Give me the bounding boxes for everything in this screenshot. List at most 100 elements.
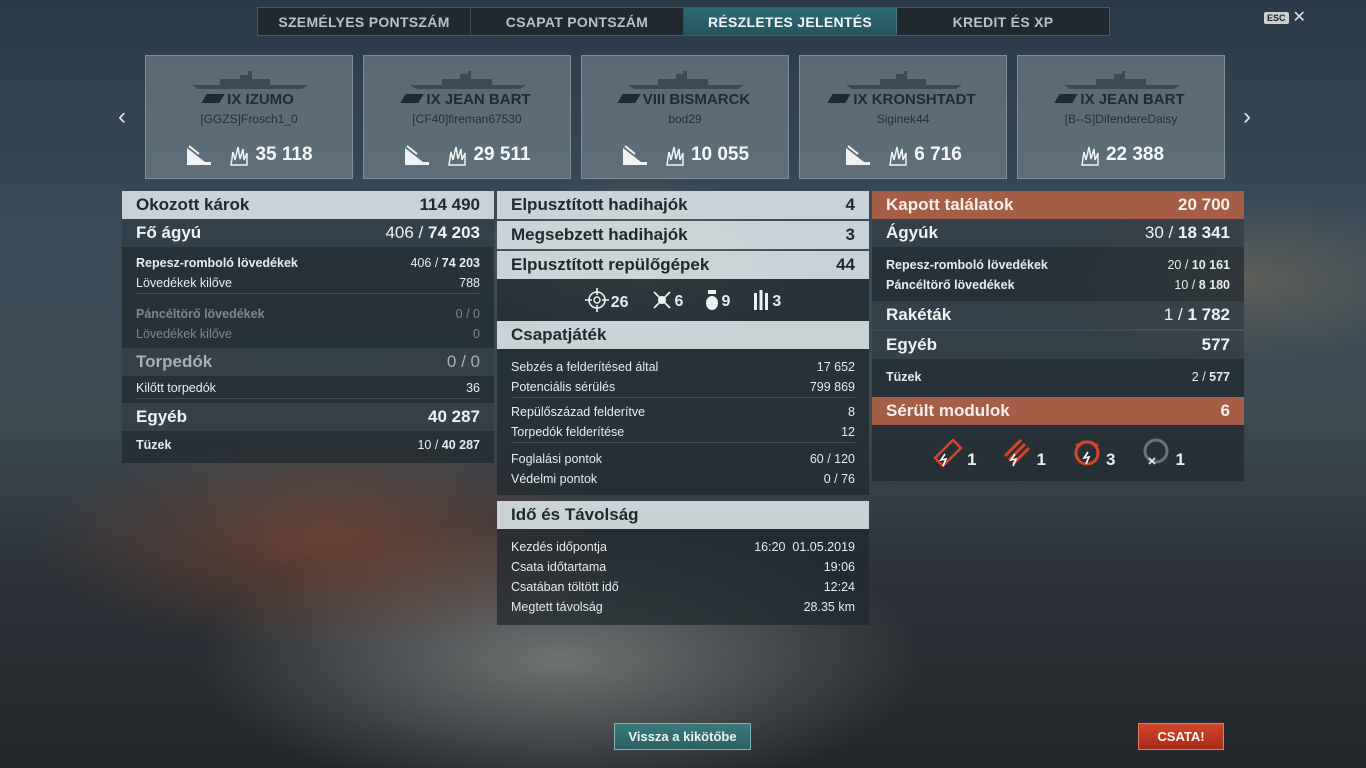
main-battery-icon [933,438,963,468]
ship-card[interactable]: IX JEAN BART [CF40]fireman67530 29 511 [363,55,571,179]
ship-silhouette-icon [410,71,526,89]
damage-splash-icon [448,146,467,166]
planes-destroyed-header: Elpusztított repülőgépek 44 [497,251,869,279]
team-row: Védelmi pontok 0 / 76 [511,472,855,486]
ap-received-row: Páncéltörő lövedékek 10 / 8 180 [886,278,1230,292]
ship-class-icon [1054,94,1079,103]
damage-value: 6 716 [914,144,962,165]
tab-team-score[interactable]: CSAPAT PONTSZÁM [471,8,684,35]
ship-silhouette-icon [846,71,962,89]
he-received-row: Repesz-romboló lövedékek 20 / 10 161 [886,258,1230,272]
damage-value: 29 511 [473,144,531,165]
main-battery-label: Fő ágyú [136,223,202,242]
fires-row: Tüzek 10 / 40 287 [136,438,480,452]
shot-down-icon [652,291,671,309]
player-name: [GGZS]Frosch1_0 [200,112,298,126]
player-name: Siginek44 [876,112,930,126]
ship-name: IX IZUMO [146,91,352,108]
close-button[interactable]: ESC ✕ [1264,10,1306,26]
aa-gun-icon [1143,438,1169,465]
sinking-ship-icon [846,145,871,165]
ship-silhouette-icon [628,71,744,89]
bomb-icon [706,290,719,310]
damage-dealt-panel: Okozott károk 114 490 Fő ágyú 406 / 74 2… [122,191,494,463]
ship-name: IX KRONSHTADT [800,91,1006,108]
team-row: Torpedók felderítése 12 [511,425,855,439]
torpedo-tubes-icon [1003,438,1030,467]
ship-class-icon [827,94,851,103]
ap-shells-row: Páncéltörő lövedékek 0 / 0 [136,307,480,321]
damage-value: 22 388 [1105,144,1165,165]
sinking-ship-icon [405,145,430,165]
damage-splash-icon [889,146,907,166]
team-row: Foglalási pontok 60 / 120 [511,452,855,466]
ship-class-icon [400,94,425,103]
battle-button[interactable]: CSATA! [1138,723,1224,750]
ship-silhouette-icon [1064,71,1180,89]
ship-name: IX JEAN BART [1018,91,1224,108]
team-row: Potenciális sérülés 799 869 [511,380,855,394]
time-row: Csata időtartama 19:06 [511,560,855,574]
ship-silhouette-icon [192,71,308,89]
ap-fired-row: Lövedékek kilőve 0 [136,327,480,341]
sinking-ship-icon [187,145,212,165]
sinking-ship-icon [622,145,647,165]
crosshair-icon [584,288,609,312]
he-fired-row: Lövedékek kilőve 788 [136,276,480,290]
ribbons-row: 26 6 9 3 [497,279,869,321]
team-row: Sebzés a felderítésed által 17 652 [511,360,855,374]
tab-detailed-report[interactable]: RÉSZLETES JELENTÉS [684,8,897,35]
other-received-header: Egyéb 577 [872,331,1244,359]
damage-dealt-header: Okozott károk 114 490 [122,191,494,219]
fires-received-row: Tüzek 2 / 577 [886,370,1230,384]
secondary-battery-icon [1074,440,1100,466]
ship-card[interactable]: IX KRONSHTADT Siginek44 6 716 [799,55,1007,179]
tab-credits-xp[interactable]: KREDIT ÉS XP [897,8,1109,35]
ships-destroyed-header: Elpusztított hadihajók 4 [497,191,869,219]
time-row: Megtett távolság 28.35 km [511,600,855,614]
damage-splash-icon [1081,146,1099,166]
tab-personal-score[interactable]: SZEMÉLYES PONTSZÁM [258,8,471,35]
damage-dealt-value: 114 490 [419,195,480,214]
modules-row: 1 1 3 1 [872,425,1244,481]
ship-name: VIII BISMARCK [582,91,788,108]
esc-key-label: ESC [1264,12,1289,24]
hits-received-header: Kapott találatok 20 700 [872,191,1244,219]
damage-splash-icon [666,146,684,166]
teamplay-header: Csapatjáték [497,321,869,349]
torpedoes-fired-row: Kilőtt torpedók 36 [136,381,480,395]
damage-value: 10 055 [690,144,750,165]
player-name: [B--S]DifendereDaisy [1064,112,1178,126]
damage-received-panel: Kapott találatok 20 700 Ágyúk 30 / 18 341… [872,191,1244,481]
main-battery-header: Fő ágyú 406 / 74 203 [122,219,494,247]
time-row: Csatában töltött idő 12:24 [511,580,855,594]
ship-class-icon [617,94,641,103]
time-distance-header: Idő és Távolság [497,501,869,529]
rockets-header: Rakéták 1 / 1 782 [872,301,1244,329]
team-row: Repülőszázad felderítve 8 [511,405,855,419]
guns-header: Ágyúk 30 / 18 341 [872,219,1244,247]
damage-splash-icon [230,146,249,166]
ship-card[interactable]: IX IZUMO [GGZS]Frosch1_0 35 118 [145,55,353,179]
damage-dealt-label: Okozott károk [136,195,250,214]
carousel-prev-button[interactable]: ‹ [114,104,130,130]
other-damage-header: Egyéb 40 287 [122,403,494,431]
damage-value: 35 118 [255,144,313,165]
damaged-modules-header: Sérült modulok 6 [872,397,1244,425]
torpedoes-header: Torpedók 0 / 0 [122,348,494,376]
report-tabs: SZEMÉLYES PONTSZÁM CSAPAT PONTSZÁM RÉSZL… [257,7,1110,36]
ship-card[interactable]: VIII BISMARCK bod29 10 055 [581,55,789,179]
torpedo-icon [754,290,769,310]
player-name: [CF40]fireman67530 [412,112,522,126]
player-name: bod29 [668,112,702,126]
ship-card[interactable]: IX JEAN BART [B--S]DifendereDaisy 22 388 [1017,55,1225,179]
ships-damaged-header: Megsebzett hadihajók 3 [497,221,869,249]
ship-class-icon [201,94,225,103]
he-shells-row: Repesz-romboló lövedékek 406 / 74 203 [136,256,480,270]
time-row: Kezdés időpontja 16:20 01.05.2019 [511,540,855,554]
carousel-next-button[interactable]: › [1239,104,1255,130]
battle-stats-panel: Elpusztított hadihajók 4 Megsebzett hadih… [497,191,869,625]
close-icon[interactable]: ✕ [1293,10,1306,26]
back-to-port-button[interactable]: Vissza a kikötőbe [614,723,751,750]
ship-name: IX JEAN BART [364,91,570,108]
